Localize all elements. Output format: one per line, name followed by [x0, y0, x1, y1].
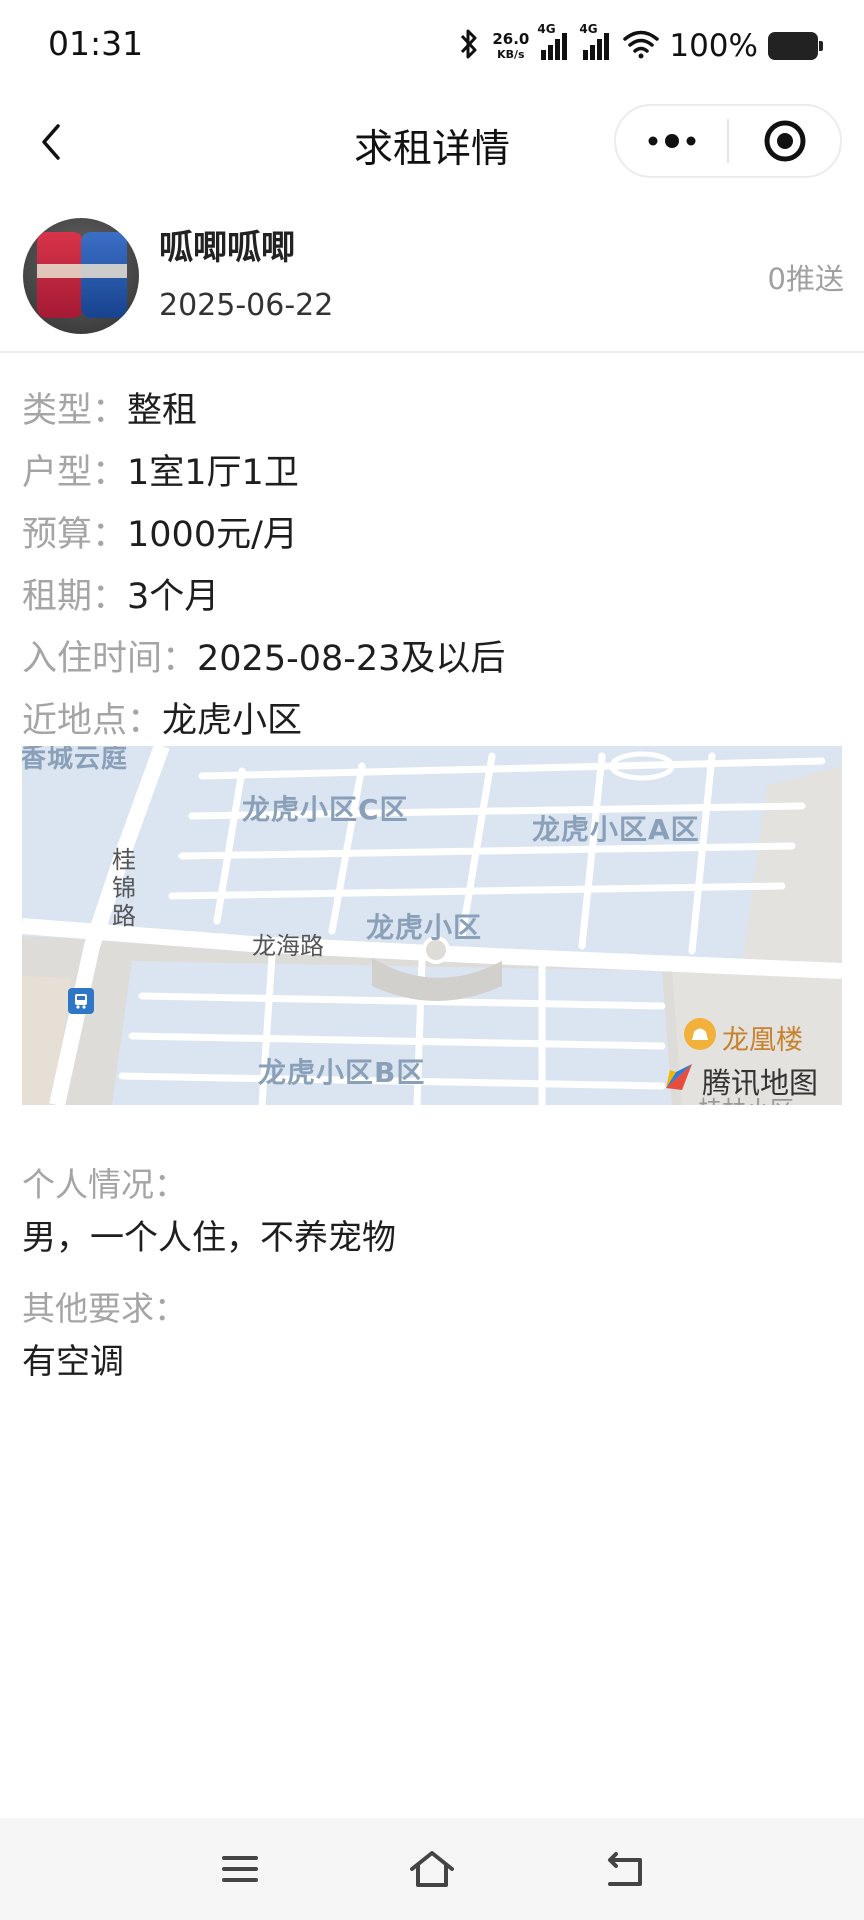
menu-icon: [222, 1856, 258, 1882]
poi-label: 龙凰楼: [722, 1025, 803, 1056]
nav-bar: 求租详情: [0, 92, 864, 194]
avatar-can-red: [37, 232, 83, 318]
status-icons: 26.0 KB/s 4G 4G 100%: [456, 22, 823, 66]
home-button[interactable]: [404, 1844, 460, 1894]
poster-header: 呱唧呱唧 2025-06-22 0推送: [0, 210, 864, 353]
road-label-guijin: 桂锦路: [112, 846, 136, 930]
bluetooth-icon: [456, 27, 482, 65]
mini-program-capsule: [614, 104, 842, 178]
tencent-map-logo-icon: [662, 1060, 696, 1092]
battery-icon: [768, 32, 823, 60]
status-time: 01:31: [48, 24, 144, 63]
bus-stop-icon: [68, 988, 94, 1014]
system-nav-bar: [0, 1818, 864, 1920]
detail-value: 1000元/月: [127, 514, 298, 555]
return-icon: [608, 1852, 642, 1886]
target-icon: [764, 120, 805, 162]
road-label-longhai: 龙海路: [252, 932, 324, 960]
avatar[interactable]: [23, 218, 139, 334]
other-requirements-value: 有空调: [22, 1342, 124, 1382]
other-requirements-label: 其他要求：: [22, 1289, 187, 1328]
detail-label: 预算：: [22, 514, 128, 555]
detail-value: 龙虎小区: [162, 700, 303, 741]
detail-row-budget: 预算： 1000元/月: [22, 500, 842, 562]
detail-label: 户型：: [22, 452, 128, 493]
network-speed-value: 26.0: [492, 30, 530, 48]
map-label-area-c: 龙虎小区C区: [242, 793, 409, 826]
personal-info-value: 男，一个人住，不养宠物: [22, 1218, 396, 1258]
detail-label: 租期：: [22, 576, 128, 617]
detail-label: 入住时间：: [22, 638, 198, 679]
detail-row-layout: 户型： 1室1厅1卫: [22, 438, 842, 500]
poi-restaurant-icon: [684, 1018, 716, 1050]
post-date: 2025-06-22: [159, 288, 334, 323]
signal-1-label: 4G: [537, 22, 556, 36]
network-speed: 26.0 KB/s: [492, 30, 530, 62]
detail-value: 1室1厅1卫: [127, 452, 299, 493]
menu-button[interactable]: [212, 1844, 268, 1894]
map-label-area-main: 龙虎小区: [366, 911, 483, 944]
signal-2-icon: 4G: [579, 22, 613, 62]
detail-row-type: 类型： 整租: [22, 376, 842, 438]
poster-name: 呱唧呱唧: [159, 228, 295, 268]
personal-info-label: 个人情况：: [22, 1165, 187, 1204]
battery-percent: 100%: [669, 28, 758, 64]
rent-details: 类型： 整租 户型： 1室1厅1卫 预算： 1000元/月 租期： 3个月 入住…: [22, 376, 842, 748]
detail-value: 整租: [127, 390, 198, 431]
avatar-can-blue: [81, 232, 127, 318]
detail-row-move-in: 入住时间： 2025-08-23及以后: [22, 624, 842, 686]
detail-label: 类型：: [22, 390, 128, 431]
location-map[interactable]: 香城云庭 龙虎小区C区 龙虎小区A区 龙虎小区 龙虎小区B区 桂锦路 龙海路 龙…: [22, 746, 842, 1105]
map-label-area-a: 龙虎小区A区: [532, 813, 700, 846]
detail-value: 3个月: [127, 576, 220, 617]
network-speed-unit: KB/s: [497, 48, 525, 61]
signal-2-label: 4G: [579, 22, 598, 36]
detail-label: 近地点：: [22, 700, 163, 741]
wifi-icon: [623, 29, 660, 63]
system-back-button[interactable]: [596, 1844, 652, 1894]
detail-value: 2025-08-23及以后: [197, 638, 506, 679]
detail-row-location: 近地点： 龙虎小区: [22, 686, 842, 748]
status-bar: 01:31 26.0 KB/s 4G 4G 100%: [0, 0, 864, 92]
poi-label-partial: 桂林小区: [698, 1090, 794, 1105]
signal-1-icon: 4G: [537, 22, 571, 62]
push-count: 0推送: [767, 262, 844, 296]
more-button[interactable]: [616, 106, 727, 176]
home-icon: [410, 1851, 454, 1887]
detail-row-lease-term: 租期： 3个月: [22, 562, 842, 624]
map-label-area-b: 龙虎小区B区: [258, 1056, 426, 1089]
close-miniprogram-button[interactable]: [729, 106, 840, 176]
more-dots-icon: [648, 134, 695, 148]
map-label-top-left: 香城云庭: [22, 746, 129, 774]
